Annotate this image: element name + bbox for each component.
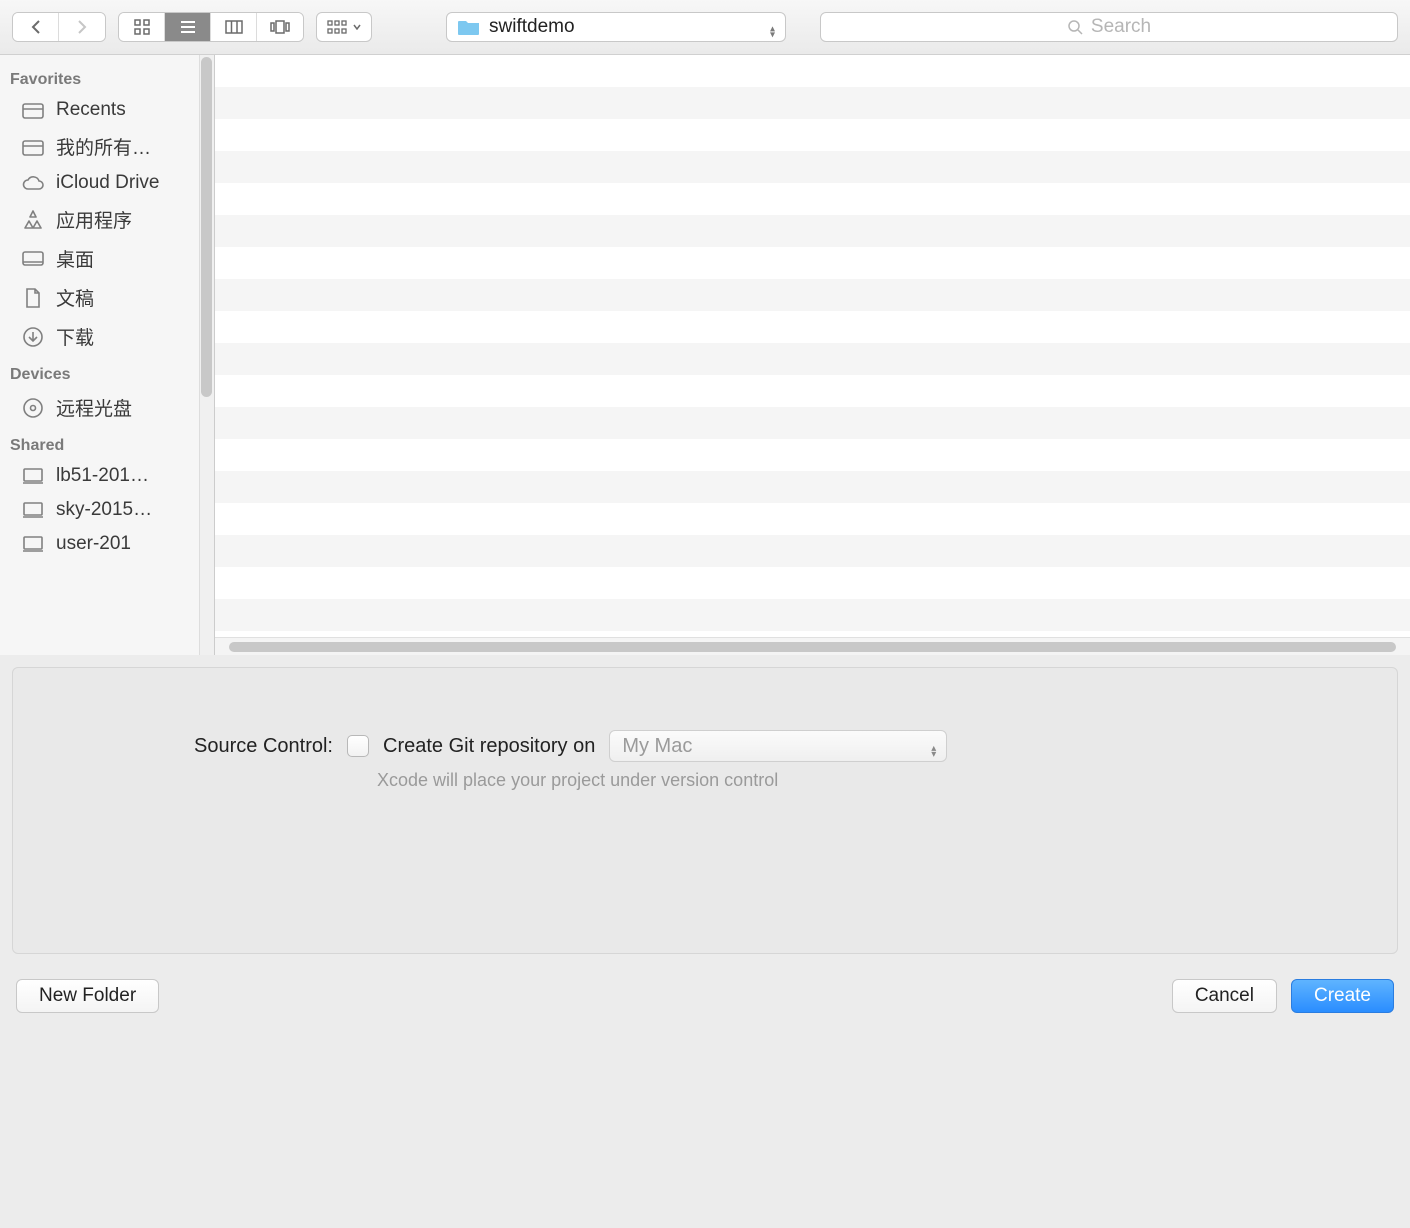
sidebar-item-downloads[interactable]: 下载 [2,317,214,356]
git-location-select[interactable]: My Mac ▴▾ [609,730,947,762]
toolbar: swiftdemo ▴▾ Search [0,0,1410,55]
sidebar-item-label: 桌面 [56,245,94,272]
downloads-icon [20,327,46,347]
sidebar-scrollbar-thumb[interactable] [201,57,212,397]
sidebar-item-icloud[interactable]: iCloud Drive [2,166,214,200]
sidebar-item-documents[interactable]: 文稿 [2,278,214,317]
create-button[interactable]: Create [1291,979,1394,1013]
sidebar-item-label: lb51-201… [56,465,149,487]
sidebar-scrollbar[interactable] [199,55,214,655]
search-placeholder: Search [1091,16,1151,38]
desktop-icon [20,251,46,267]
options-panel: Source Control: Create Git repository on… [12,667,1398,954]
arrange-button[interactable] [316,12,372,42]
new-folder-button[interactable]: New Folder [16,979,159,1013]
sidebar: Favorites Recents 我的所有… iCloud Drive 应用程… [0,55,215,655]
folder-icon [457,16,481,38]
sidebar-item-shared[interactable]: user-201 [2,527,214,561]
sidebar-section-header: Devices [2,356,214,388]
back-button[interactable] [13,13,59,41]
sidebar-item-label: 文稿 [56,284,94,311]
sidebar-item-label: iCloud Drive [56,172,159,194]
documents-icon [20,288,46,308]
apps-icon [20,210,46,230]
file-list-area [215,55,1410,655]
cloud-icon [20,175,46,191]
view-coverflow-button[interactable] [257,13,303,41]
sidebar-item-shared[interactable]: sky-2015… [2,493,214,527]
sidebar-item-remote-disc[interactable]: 远程光盘 [2,388,214,427]
sidebar-item-label: Recents [56,99,126,121]
view-mode-segmented [118,12,304,42]
search-field[interactable]: Search [820,12,1398,42]
recents-icon [20,101,46,119]
view-icon-button[interactable] [119,13,165,41]
sidebar-item-label: sky-2015… [56,499,152,521]
bottom-bar: New Folder Cancel Create [0,966,1410,1026]
forward-button[interactable] [59,13,105,41]
updown-icon: ▴▾ [770,16,775,39]
view-list-button[interactable] [165,13,211,41]
disc-icon [20,398,46,418]
sidebar-item-label: 应用程序 [56,206,132,233]
computer-icon [20,536,46,552]
nav-back-forward [12,12,106,42]
cancel-button[interactable]: Cancel [1172,979,1277,1013]
computer-icon [20,468,46,484]
sidebar-section-header: Favorites [2,61,214,93]
sidebar-item-allfiles[interactable]: 我的所有… [2,127,214,166]
sidebar-item-label: 远程光盘 [56,394,132,421]
sidebar-item-label: 我的所有… [56,133,151,160]
path-label: swiftdemo [489,16,575,38]
sidebar-item-desktop[interactable]: 桌面 [2,239,214,278]
file-hscrollbar-thumb[interactable] [229,642,1396,652]
file-list-stripes [215,55,1410,637]
sidebar-item-label: user-201 [56,533,131,555]
updown-icon: ▴▾ [931,734,936,758]
create-git-checkbox-label: Create Git repository on [383,735,595,758]
path-popup[interactable]: swiftdemo ▴▾ [446,12,786,42]
source-control-note: Xcode will place your project under vers… [13,770,1397,791]
sidebar-item-apps[interactable]: 应用程序 [2,200,214,239]
computer-icon [20,502,46,518]
allfiles-icon [20,138,46,156]
source-control-label: Source Control: [173,735,333,758]
sidebar-item-label: 下载 [56,323,94,350]
file-hscrollbar[interactable] [215,637,1410,655]
view-column-button[interactable] [211,13,257,41]
sidebar-item-shared[interactable]: lb51-201… [2,459,214,493]
sidebar-section-header: Shared [2,427,214,459]
create-git-checkbox[interactable] [347,735,369,757]
sidebar-item-recents[interactable]: Recents [2,93,214,127]
git-location-value: My Mac [622,735,692,758]
